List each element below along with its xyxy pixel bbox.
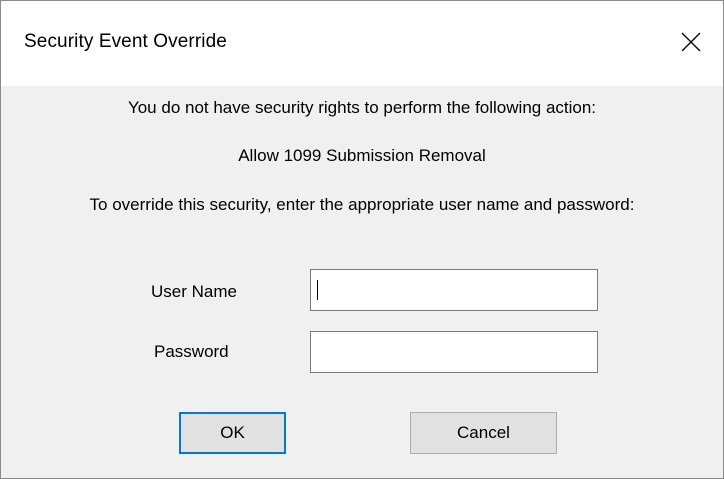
ok-button[interactable]: OK <box>179 412 286 454</box>
action-name: Allow 1099 Submission Removal <box>238 146 486 165</box>
dialog-body: You do not have security rights to perfo… <box>1 86 723 478</box>
password-label: Password <box>154 342 229 361</box>
user-name-label: User Name <box>151 282 237 301</box>
password-input[interactable] <box>310 331 598 373</box>
cancel-button[interactable]: Cancel <box>410 412 557 454</box>
security-override-dialog: Security Event Override You do not have … <box>0 0 724 479</box>
override-instruction: To override this security, enter the app… <box>89 195 635 214</box>
ok-button-label: OK <box>220 423 245 442</box>
security-message: You do not have security rights to perfo… <box>127 98 597 117</box>
cancel-button-label: Cancel <box>457 423 510 442</box>
window-title: Security Event Override <box>24 31 227 52</box>
user-name-input[interactable] <box>310 269 598 311</box>
title-bar: Security Event Override <box>1 1 723 86</box>
text-cursor <box>317 280 318 300</box>
close-button[interactable] <box>659 16 723 68</box>
close-x-icon <box>681 32 701 52</box>
